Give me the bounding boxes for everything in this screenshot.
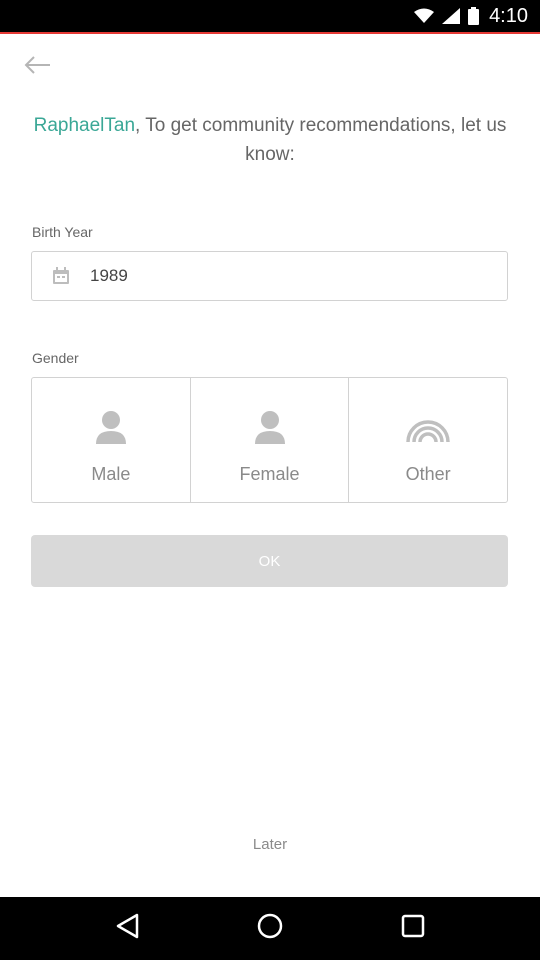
gender-label: Gender	[32, 350, 79, 366]
birth-year-field[interactable]: 1989	[31, 251, 508, 301]
person-icon	[94, 408, 128, 444]
intro-message: RaphaelTan, To get community recommendat…	[30, 111, 510, 169]
cellular-signal-icon	[442, 8, 461, 24]
circle-home-icon	[257, 913, 283, 944]
gender-option-label: Other	[405, 464, 451, 484]
ok-button[interactable]: OK	[31, 535, 508, 587]
signal-arcs-icon	[404, 408, 452, 444]
gender-option-female[interactable]: Female	[189, 378, 349, 502]
navigation-bar	[0, 897, 540, 960]
gender-selector: Male Female Other	[31, 377, 508, 503]
back-button[interactable]	[20, 52, 54, 82]
person-icon	[253, 408, 287, 444]
status-time: 4:10	[489, 4, 528, 27]
gender-option-male[interactable]: Male	[32, 378, 190, 502]
gender-option-label: Female	[239, 464, 300, 484]
gender-option-label: Male	[91, 464, 131, 484]
later-link[interactable]: Later	[0, 836, 540, 853]
arrow-left-icon	[22, 55, 52, 80]
wifi-icon	[414, 8, 435, 24]
birth-year-label: Birth Year	[32, 224, 93, 240]
username: RaphaelTan	[33, 115, 136, 136]
triangle-back-icon	[115, 913, 139, 944]
nav-back-button[interactable]	[97, 899, 157, 959]
nav-home-button[interactable]	[240, 899, 300, 959]
nav-recents-button[interactable]	[383, 899, 443, 959]
status-bar: 4:10	[0, 0, 540, 32]
intro-text: , To get community recommendations, let …	[135, 115, 507, 165]
calendar-icon	[32, 267, 90, 285]
birth-year-value: 1989	[90, 266, 128, 285]
square-recents-icon	[401, 914, 425, 943]
gender-option-other[interactable]: Other	[348, 378, 507, 502]
status-accent-line	[0, 32, 540, 34]
battery-icon	[468, 7, 480, 25]
